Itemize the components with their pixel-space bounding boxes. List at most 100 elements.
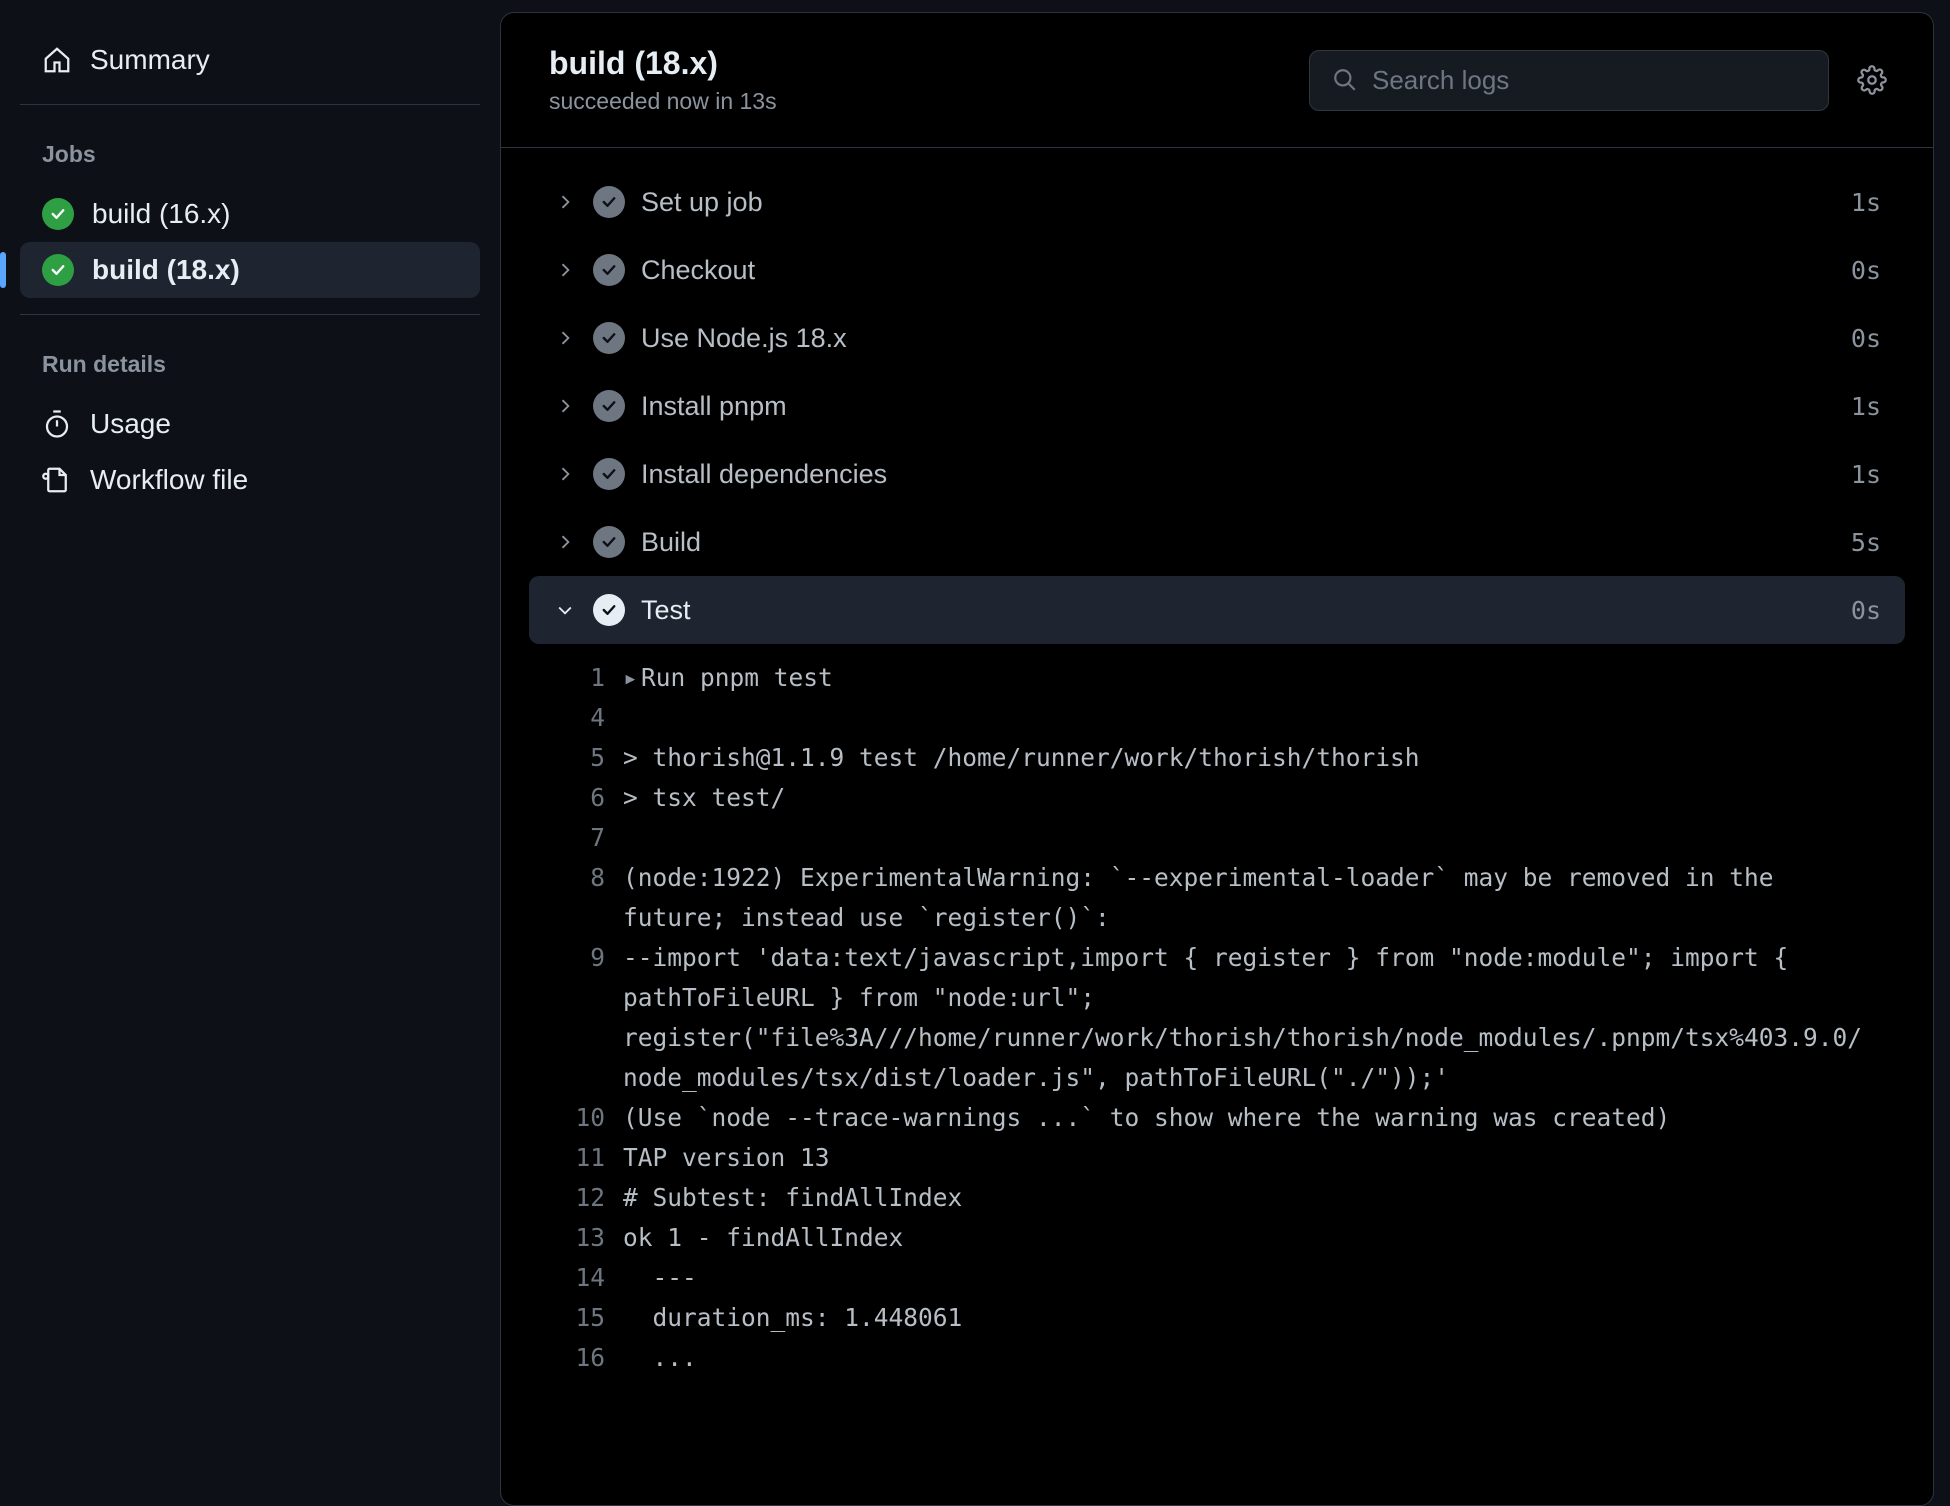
log-line-text: > thorish@1.1.9 test /home/runner/work/t… <box>623 738 1881 778</box>
log-line-text: --- <box>623 1258 1881 1298</box>
sidebar-workflow-file[interactable]: Workflow file <box>20 452 480 508</box>
chevron-right-icon <box>553 190 577 214</box>
sidebar-job-build-16x[interactable]: build (16.x) <box>20 186 480 242</box>
log-line-text: --import 'data:text/javascript,import { … <box>623 938 1881 1098</box>
log-line: 16 ... <box>529 1338 1905 1378</box>
caret-right-icon[interactable]: ▸ <box>623 658 641 698</box>
chevron-right-icon <box>553 462 577 486</box>
sidebar-divider <box>20 314 480 315</box>
search-icon <box>1332 67 1358 93</box>
log-line-number: 6 <box>553 778 623 818</box>
log-line: 12 # Subtest: findAllIndex <box>529 1178 1905 1218</box>
sidebar-run-details-heading: Run details <box>20 339 480 396</box>
log-line-number: 5 <box>553 738 623 778</box>
log-line-text: TAP version 13 <box>623 1138 1881 1178</box>
step-duration: 1s <box>1851 460 1881 489</box>
log-line-number: 1 <box>553 658 623 698</box>
check-circle-icon <box>593 254 625 286</box>
step-name: Set up job <box>641 187 1835 218</box>
check-circle-icon <box>593 186 625 218</box>
workflow-file-icon <box>42 465 72 495</box>
chevron-right-icon <box>553 394 577 418</box>
log-line-number: 14 <box>553 1258 623 1298</box>
log-line: 13 ok 1 - findAllIndex <box>529 1218 1905 1258</box>
sidebar-job-label: build (16.x) <box>92 198 231 230</box>
log-line: 15 duration_ms: 1.448061 <box>529 1298 1905 1338</box>
log-line-number: 7 <box>553 818 623 858</box>
sidebar-workflow-file-label: Workflow file <box>90 464 248 496</box>
check-circle-icon <box>593 594 625 626</box>
log-line-number: 9 <box>553 938 623 978</box>
step-row[interactable]: Use Node.js 18.x 0s <box>529 304 1905 372</box>
log-line-text: duration_ms: 1.448061 <box>623 1298 1881 1338</box>
chevron-right-icon <box>553 258 577 282</box>
home-icon <box>42 45 72 75</box>
step-name: Install dependencies <box>641 459 1835 490</box>
search-logs-box[interactable] <box>1309 50 1829 111</box>
chevron-down-icon <box>553 598 577 622</box>
sidebar-job-build-18x[interactable]: build (18.x) <box>20 242 480 298</box>
step-row[interactable]: Set up job 1s <box>529 168 1905 236</box>
gear-icon <box>1857 65 1887 95</box>
log-line-text: ▸Run pnpm test <box>623 658 1881 698</box>
log-line: 7 <box>529 818 1905 858</box>
log-line-text: ... <box>623 1338 1881 1378</box>
step-name: Checkout <box>641 255 1835 286</box>
step-row[interactable]: Install dependencies 1s <box>529 440 1905 508</box>
check-circle-icon <box>42 198 74 230</box>
job-subtitle: succeeded now in 13s <box>549 88 1285 115</box>
sidebar-summary-label: Summary <box>90 44 210 76</box>
chevron-right-icon <box>553 326 577 350</box>
log-line: 1 ▸Run pnpm test <box>529 658 1905 698</box>
log-line-text: ok 1 - findAllIndex <box>623 1218 1881 1258</box>
check-circle-icon <box>593 458 625 490</box>
log-line-text: (node:1922) ExperimentalWarning: `--expe… <box>623 858 1881 938</box>
sidebar-usage[interactable]: Usage <box>20 396 480 452</box>
log-line: 9 --import 'data:text/javascript,import … <box>529 938 1905 1098</box>
log-line: 6 > tsx test/ <box>529 778 1905 818</box>
step-row[interactable]: Checkout 0s <box>529 236 1905 304</box>
steps-list: Set up job 1s Checkout 0s Use Node.js 18… <box>501 148 1933 1378</box>
search-logs-input[interactable] <box>1372 65 1806 96</box>
log-line: 11 TAP version 13 <box>529 1138 1905 1178</box>
log-line-number: 12 <box>553 1178 623 1218</box>
step-name: Install pnpm <box>641 391 1835 422</box>
check-circle-icon <box>593 526 625 558</box>
check-circle-icon <box>593 390 625 422</box>
log-line-number: 4 <box>553 698 623 738</box>
step-duration: 0s <box>1851 256 1881 285</box>
sidebar-summary[interactable]: Summary <box>20 32 480 88</box>
sidebar-jobs-heading: Jobs <box>20 129 480 186</box>
sidebar-divider <box>20 104 480 105</box>
step-name: Build <box>641 527 1835 558</box>
log-line-number: 15 <box>553 1298 623 1338</box>
sidebar-job-label: build (18.x) <box>92 254 240 286</box>
log-line-number: 8 <box>553 858 623 898</box>
main-title-block: build (18.x) succeeded now in 13s <box>549 45 1285 115</box>
step-row[interactable]: Build 5s <box>529 508 1905 576</box>
step-duration: 1s <box>1851 392 1881 421</box>
step-duration: 0s <box>1851 324 1881 353</box>
log-line-number: 11 <box>553 1138 623 1178</box>
sidebar: Summary Jobs build (16.x) build (18.x) R… <box>0 0 500 1506</box>
log-output: 1 ▸Run pnpm test 4 5 > thorish@1.1.9 tes… <box>529 644 1905 1378</box>
log-line-text: (Use `node --trace-warnings ...` to show… <box>623 1098 1881 1138</box>
log-line: 8 (node:1922) ExperimentalWarning: `--ex… <box>529 858 1905 938</box>
step-duration: 5s <box>1851 528 1881 557</box>
log-line-number: 10 <box>553 1098 623 1138</box>
settings-button[interactable] <box>1853 61 1891 99</box>
check-circle-icon <box>593 322 625 354</box>
log-line-text: # Subtest: findAllIndex <box>623 1178 1881 1218</box>
log-line-number: 16 <box>553 1338 623 1378</box>
log-line: 5 > thorish@1.1.9 test /home/runner/work… <box>529 738 1905 778</box>
chevron-right-icon <box>553 530 577 554</box>
step-row[interactable]: Install pnpm 1s <box>529 372 1905 440</box>
log-line-number: 13 <box>553 1218 623 1258</box>
step-row[interactable]: Test 0s <box>529 576 1905 644</box>
log-line: 4 <box>529 698 1905 738</box>
step-duration: 1s <box>1851 188 1881 217</box>
sidebar-usage-label: Usage <box>90 408 171 440</box>
log-line: 10 (Use `node --trace-warnings ...` to s… <box>529 1098 1905 1138</box>
check-circle-icon <box>42 254 74 286</box>
log-line: 14 --- <box>529 1258 1905 1298</box>
